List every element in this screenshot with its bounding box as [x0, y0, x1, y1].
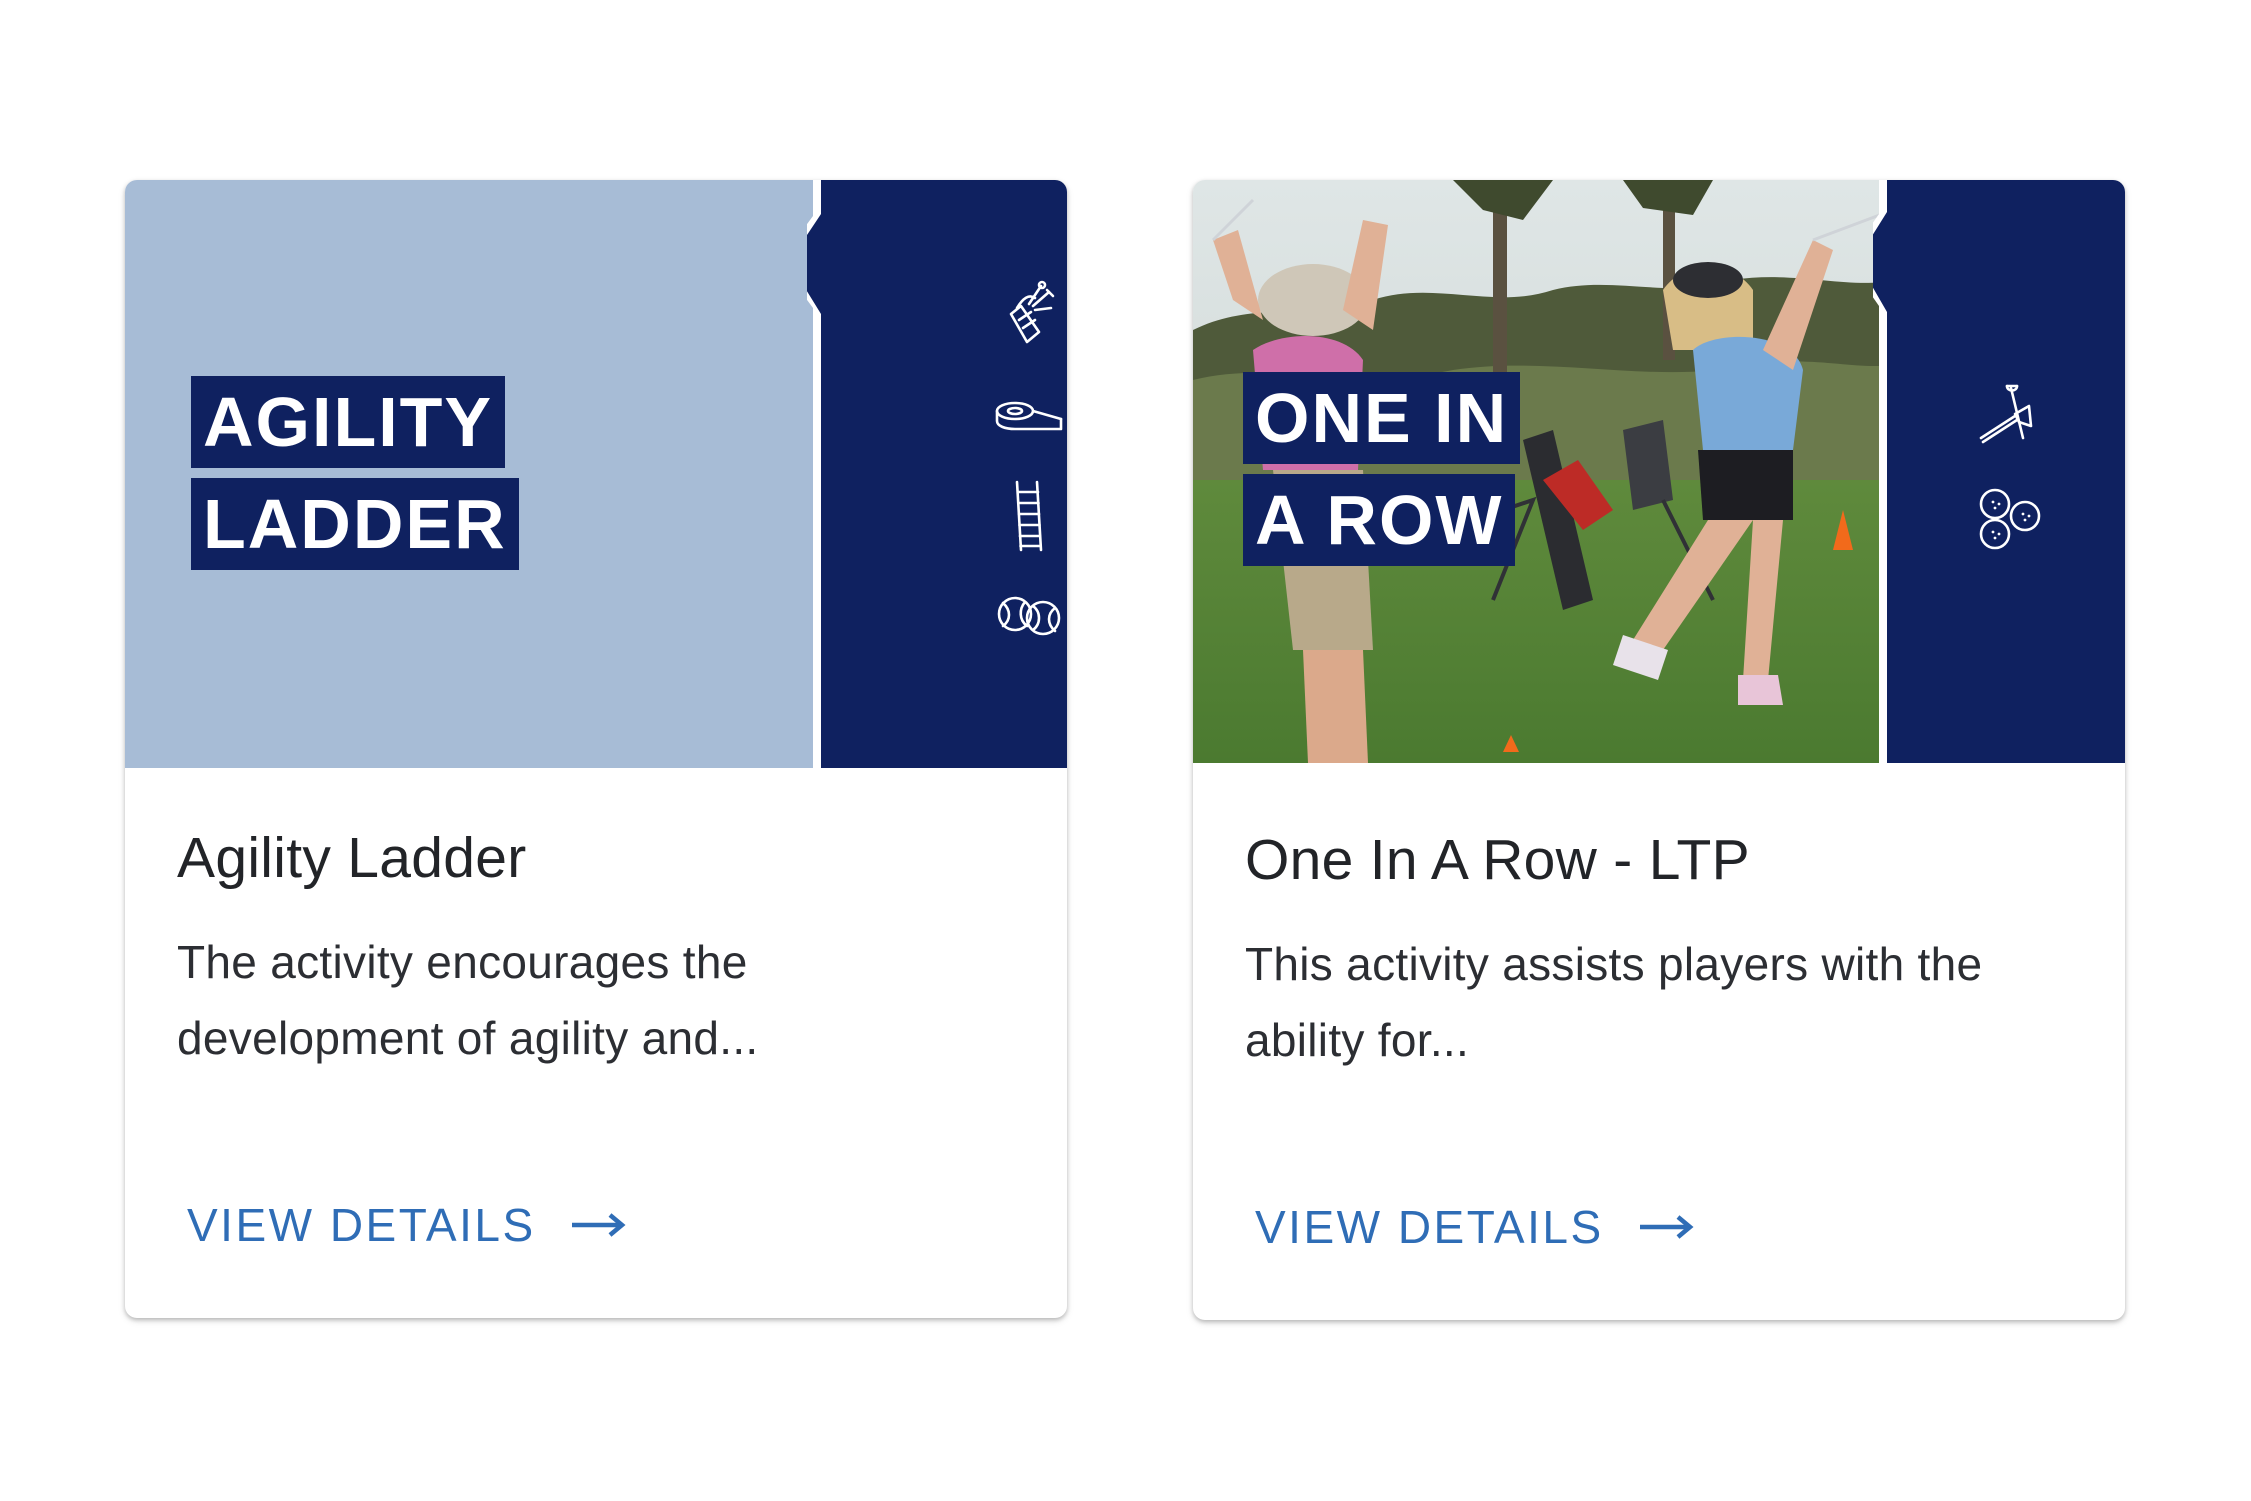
arrow-right-icon	[571, 1213, 626, 1237]
arrow-right-icon	[1639, 1215, 1694, 1239]
card-body: Agility Ladder The activity encourages t…	[177, 818, 1027, 1076]
golf-bag-icon	[989, 276, 1067, 356]
card-title[interactable]: One In A Row - LTP	[1245, 820, 2085, 900]
hero-title-line: AGILITY	[191, 376, 506, 468]
hero-title: AGILITY LADDER	[191, 376, 519, 570]
tennis-balls-icon	[989, 576, 1067, 656]
golf-balls-icon	[1971, 478, 2051, 558]
card-title[interactable]: Agility Ladder	[177, 818, 1027, 898]
view-details-label: VIEW DETAILS	[1255, 1201, 1604, 1253]
hero-title-line: A ROW	[1243, 474, 1516, 566]
card-hero-image[interactable]: AGILITY LADDER	[125, 180, 1067, 768]
view-details-label: VIEW DETAILS	[187, 1199, 536, 1251]
hero-title-line: LADDER	[191, 478, 519, 570]
golf-tees-icon	[1971, 376, 2051, 456]
card-description: The activity encourages the development …	[177, 936, 759, 1064]
equipment-icons	[1971, 376, 2051, 576]
view-details-link[interactable]: VIEW DETAILS	[187, 1195, 626, 1255]
activity-card[interactable]: AGILITY LADDER Agility Ladder The activi…	[125, 180, 1067, 1318]
card-description: This activity assists players with the a…	[1245, 938, 1983, 1066]
view-details-link[interactable]: VIEW DETAILS	[1255, 1197, 1694, 1257]
ladder-icon	[989, 476, 1067, 556]
tape-icon	[989, 376, 1067, 456]
equipment-icons	[989, 276, 1067, 736]
card-hero-image[interactable]: ONE IN A ROW	[1193, 180, 2125, 763]
hero-title-line: ONE IN	[1243, 372, 1521, 464]
activity-card[interactable]: ONE IN A ROW One In A Row - LTP This act…	[1193, 180, 2125, 1320]
card-body: One In A Row - LTP This activity assists…	[1245, 820, 2085, 1078]
hero-title: ONE IN A ROW	[1243, 372, 1521, 566]
